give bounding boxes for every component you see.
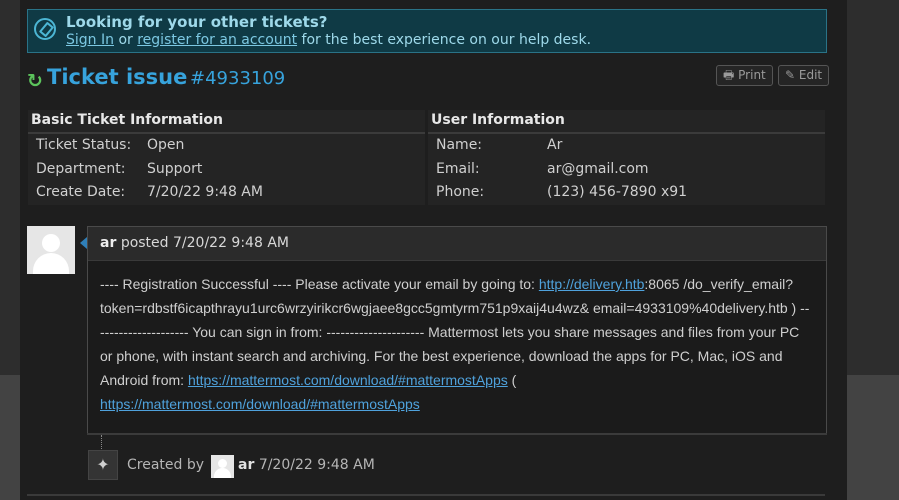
user-info: User Information Name: Ar Email: ar@gmai… — [428, 110, 825, 205]
info-label: Name: — [436, 137, 483, 153]
edit-icon: ✎ — [785, 68, 796, 82]
info-label: Create Date: — [36, 184, 126, 200]
edit-label: Edit — [798, 68, 823, 82]
refresh-icon[interactable]: ↻ — [27, 70, 43, 92]
thread-connector — [101, 435, 103, 449]
info-row-department: Department: Support — [28, 158, 425, 182]
event-avatar-head — [218, 459, 227, 468]
delivery-link[interactable]: http://delivery.htb — [539, 276, 645, 292]
event-created-label: Created by — [127, 457, 205, 473]
event-avatar — [211, 455, 234, 478]
info-label: Department: — [36, 160, 126, 177]
print-icon: 🖶 — [723, 68, 735, 82]
body-text-1: ---- Registration Successful ---- Please… — [100, 276, 539, 292]
thread-entry: ar posted 7/20/22 9:48 AM ---- Registrat… — [80, 226, 827, 434]
info-row-email: Email: ar@gmail.com — [428, 158, 825, 182]
entry-header: ar posted 7/20/22 9:48 AM — [88, 227, 826, 261]
entry-pointer — [80, 237, 87, 249]
print-button[interactable]: 🖶 Print — [716, 65, 773, 86]
info-value: 7/20/22 9:48 AM — [147, 184, 263, 200]
event-author: ar — [238, 457, 255, 473]
info-row-create-date: Create Date: 7/20/22 9:48 AM — [28, 181, 425, 205]
basic-ticket-info: Basic Ticket Information Ticket Status: … — [28, 110, 425, 205]
entry-body: ---- Registration Successful ---- Please… — [88, 261, 826, 416]
notice-or: or — [118, 32, 133, 48]
sign-in-link[interactable]: Sign In — [66, 32, 114, 48]
notice-text: Sign In or register for an account for t… — [66, 32, 591, 48]
mattermost-download-link-2[interactable]: https://mattermost.com/download/#matterm… — [100, 396, 420, 412]
login-notice: Looking for your other tickets? Sign In … — [27, 9, 827, 53]
compass-icon — [34, 18, 56, 40]
register-link[interactable]: register for an account — [137, 32, 297, 48]
info-value: Support — [147, 160, 203, 177]
mattermost-download-link[interactable]: https://mattermost.com/download/#matterm… — [188, 372, 508, 388]
body-text-3: ( — [507, 372, 517, 388]
info-value: Open — [147, 137, 185, 153]
notice-rest: for the best experience on our help desk… — [301, 32, 592, 48]
entry-author: ar — [100, 235, 117, 251]
bottom-divider — [27, 494, 825, 496]
info-label: Ticket Status: — [36, 137, 132, 153]
magic-wand-icon: ✦ — [88, 450, 118, 480]
entry-date: 7/20/22 9:48 AM — [173, 235, 289, 251]
ticket-number[interactable]: #4933109 — [190, 68, 285, 89]
info-row-name: Name: Ar — [428, 134, 825, 158]
avatar-body — [33, 253, 69, 274]
info-row-status: Ticket Status: Open — [28, 134, 425, 158]
edit-button[interactable]: ✎ Edit — [778, 65, 830, 86]
avatar — [27, 226, 75, 274]
info-label: Phone: — [436, 184, 485, 200]
event-avatar-body — [214, 468, 231, 478]
avatar-head — [42, 234, 60, 252]
main-panel: Looking for your other tickets? Sign In … — [20, 0, 847, 500]
event-date: 7/20/22 9:48 AM — [258, 457, 375, 473]
event-meta: ar 7/20/22 9:48 AM — [238, 457, 375, 473]
notice-title: Looking for your other tickets? — [66, 13, 328, 31]
ticket-title: Ticket issue — [47, 65, 188, 89]
info-row-phone: Phone: (123) 456-7890 x91 — [428, 181, 825, 205]
info-value: ar@gmail.com — [547, 160, 649, 177]
print-label: Print — [738, 68, 766, 82]
thread-divider — [87, 433, 827, 435]
info-value: (123) 456-7890 x91 — [547, 184, 688, 200]
info-label: Email: — [436, 160, 480, 177]
user-info-heading: User Information — [428, 110, 825, 134]
info-value: Ar — [547, 137, 563, 153]
entry-posted-label: posted — [120, 235, 169, 251]
basic-info-heading: Basic Ticket Information — [28, 110, 425, 134]
